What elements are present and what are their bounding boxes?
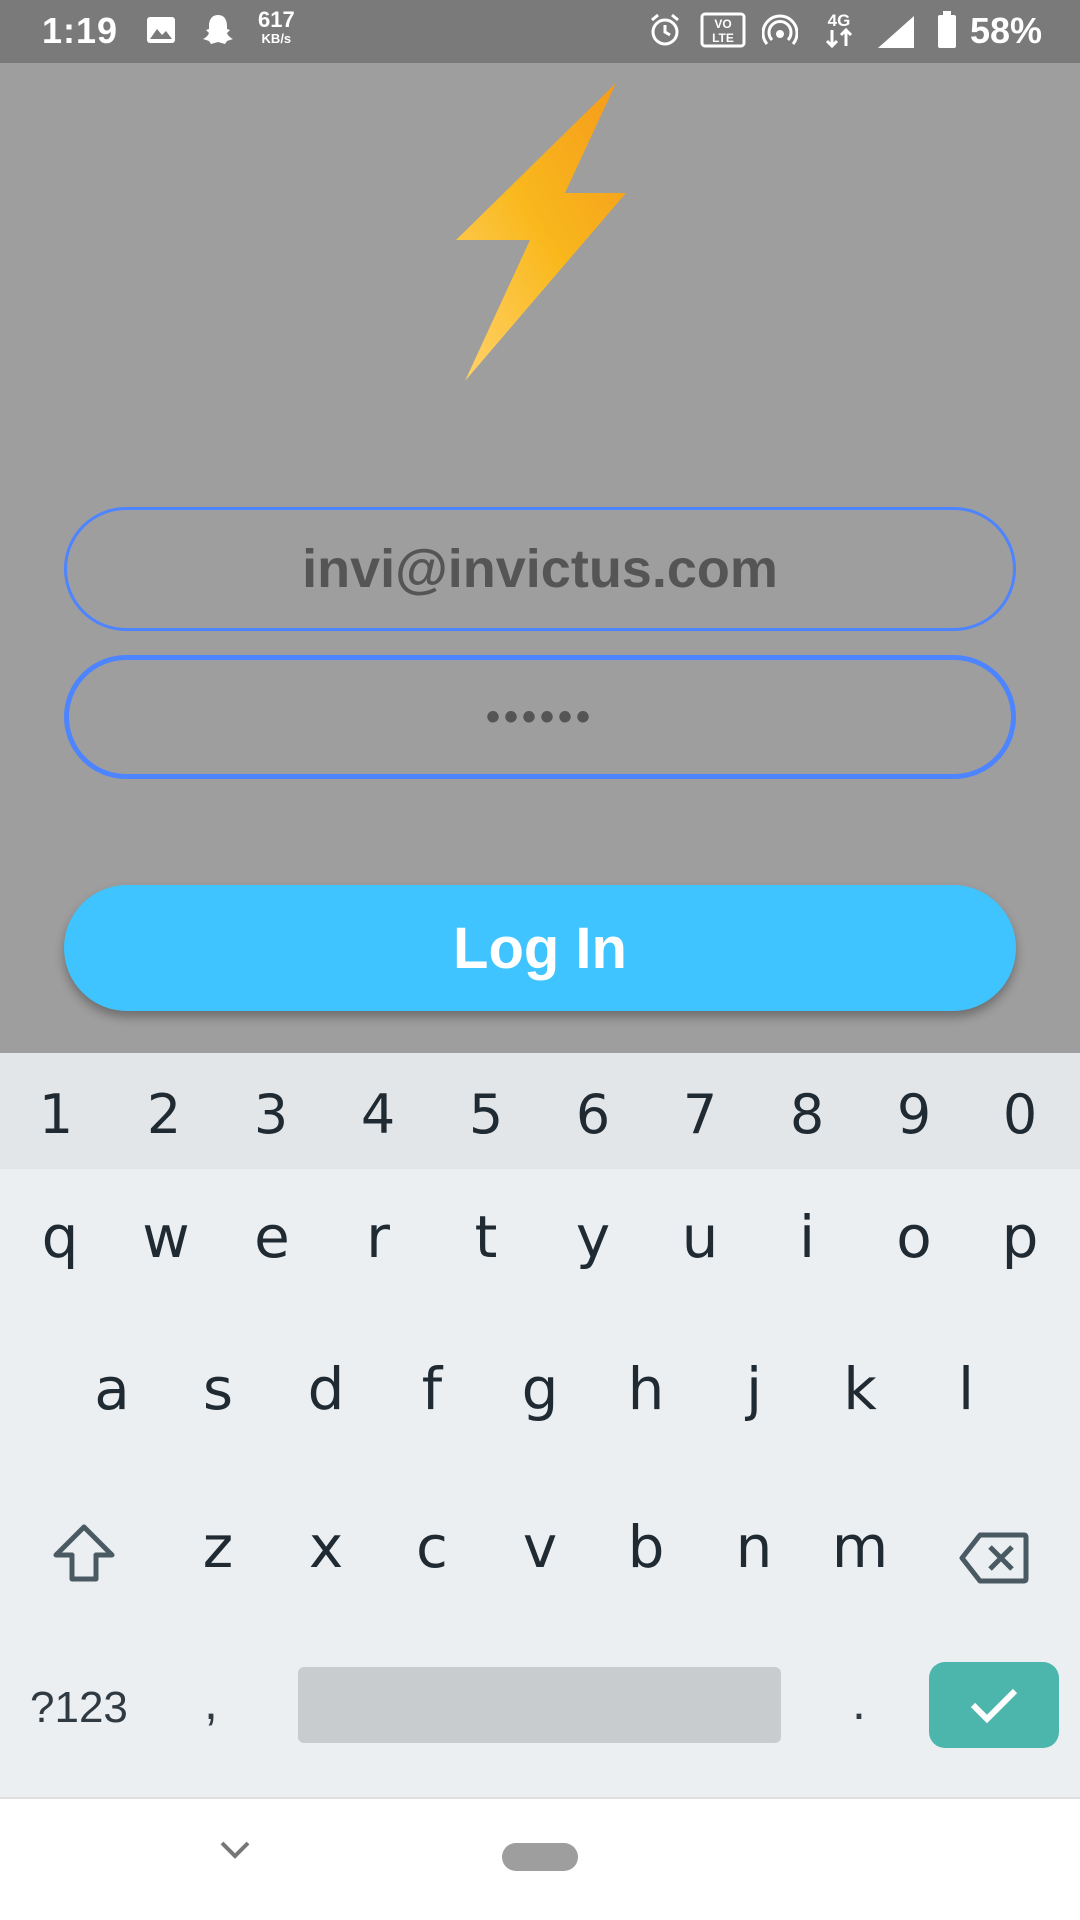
key-w[interactable]: w (116, 1203, 216, 1271)
key-r[interactable]: r (328, 1203, 428, 1271)
password-value: •••••• (485, 694, 595, 739)
shift-key[interactable] (52, 1523, 116, 1588)
key-6[interactable]: 6 (543, 1083, 643, 1146)
svg-text:LTE: LTE (712, 31, 734, 45)
key-f[interactable]: f (382, 1355, 482, 1423)
key-q[interactable]: q (10, 1203, 110, 1271)
alarm-icon (648, 12, 682, 53)
key-4[interactable]: 4 (328, 1083, 428, 1146)
snapchat-icon (200, 12, 236, 53)
key-i[interactable]: i (757, 1203, 857, 1271)
backspace-icon (959, 1532, 1029, 1584)
key-9[interactable]: 9 (864, 1083, 964, 1146)
network-speed: 617 KB/s (258, 9, 295, 48)
email-value: invi@invictus.com (302, 539, 778, 599)
key-o[interactable]: o (864, 1203, 964, 1271)
soft-keyboard: 1 2 3 4 5 6 7 8 9 0 q w e r t y u i o p … (0, 1053, 1080, 1797)
hotspot-icon (761, 14, 799, 51)
svg-text:VO: VO (714, 17, 731, 31)
key-e[interactable]: e (222, 1203, 322, 1271)
key-2[interactable]: 2 (114, 1083, 214, 1146)
key-j[interactable]: j (704, 1355, 804, 1423)
key-3[interactable]: 3 (221, 1083, 321, 1146)
status-bar: 1:19 617 KB/s VO LTE 4G 58% (0, 0, 1080, 63)
key-x[interactable]: x (276, 1513, 376, 1581)
key-s[interactable]: s (168, 1355, 268, 1423)
key-t[interactable]: t (436, 1203, 536, 1271)
symbols-key[interactable]: ?123 (30, 1683, 128, 1733)
enter-key[interactable] (929, 1662, 1059, 1748)
key-u[interactable]: u (650, 1203, 750, 1271)
key-k[interactable]: k (810, 1355, 910, 1423)
period-key[interactable]: . (852, 1673, 866, 1731)
speed-unit: KB/s (261, 31, 292, 46)
backspace-key[interactable] (958, 1531, 1030, 1590)
battery-icon (936, 10, 958, 55)
home-pill-button[interactable] (502, 1843, 578, 1871)
login-button[interactable]: Log In (64, 885, 1016, 1011)
key-a[interactable]: a (62, 1355, 162, 1423)
key-h[interactable]: h (596, 1355, 696, 1423)
key-5[interactable]: 5 (436, 1083, 536, 1146)
key-z[interactable]: z (168, 1513, 268, 1581)
email-field[interactable]: invi@invictus.com (64, 507, 1016, 631)
status-time: 1:19 (42, 10, 119, 51)
checkmark-icon (970, 1688, 1018, 1724)
navigation-bar (0, 1797, 1080, 1920)
key-n[interactable]: n (704, 1513, 804, 1581)
key-0[interactable]: 0 (970, 1083, 1070, 1146)
password-field[interactable]: •••••• (64, 655, 1016, 779)
lightning-bolt-icon (450, 83, 630, 398)
volte-icon: VO LTE (700, 12, 746, 53)
signal-icon (876, 14, 916, 55)
chevron-down-icon[interactable] (218, 1839, 252, 1866)
key-l[interactable]: l (916, 1355, 1016, 1423)
key-d[interactable]: d (276, 1355, 376, 1423)
keyboard-number-row: 1 2 3 4 5 6 7 8 9 0 (0, 1053, 1080, 1169)
login-screen: invi@invictus.com •••••• Log In (0, 63, 1080, 1053)
key-v[interactable]: v (490, 1513, 590, 1581)
key-p[interactable]: p (970, 1203, 1070, 1271)
key-7[interactable]: 7 (650, 1083, 750, 1146)
shift-arrow-icon (53, 1524, 115, 1582)
key-g[interactable]: g (490, 1355, 590, 1423)
network-4g-icon: 4G (822, 10, 856, 55)
key-c[interactable]: c (382, 1513, 482, 1581)
svg-text:4G: 4G (828, 11, 851, 30)
key-y[interactable]: y (543, 1203, 643, 1271)
key-8[interactable]: 8 (757, 1083, 857, 1146)
comma-key[interactable]: , (204, 1673, 218, 1731)
battery-percent: 58% (970, 10, 1043, 51)
key-m[interactable]: m (810, 1513, 910, 1581)
gallery-icon (146, 16, 176, 49)
key-b[interactable]: b (596, 1513, 696, 1581)
key-1[interactable]: 1 (6, 1083, 106, 1146)
spacebar[interactable] (298, 1667, 781, 1743)
